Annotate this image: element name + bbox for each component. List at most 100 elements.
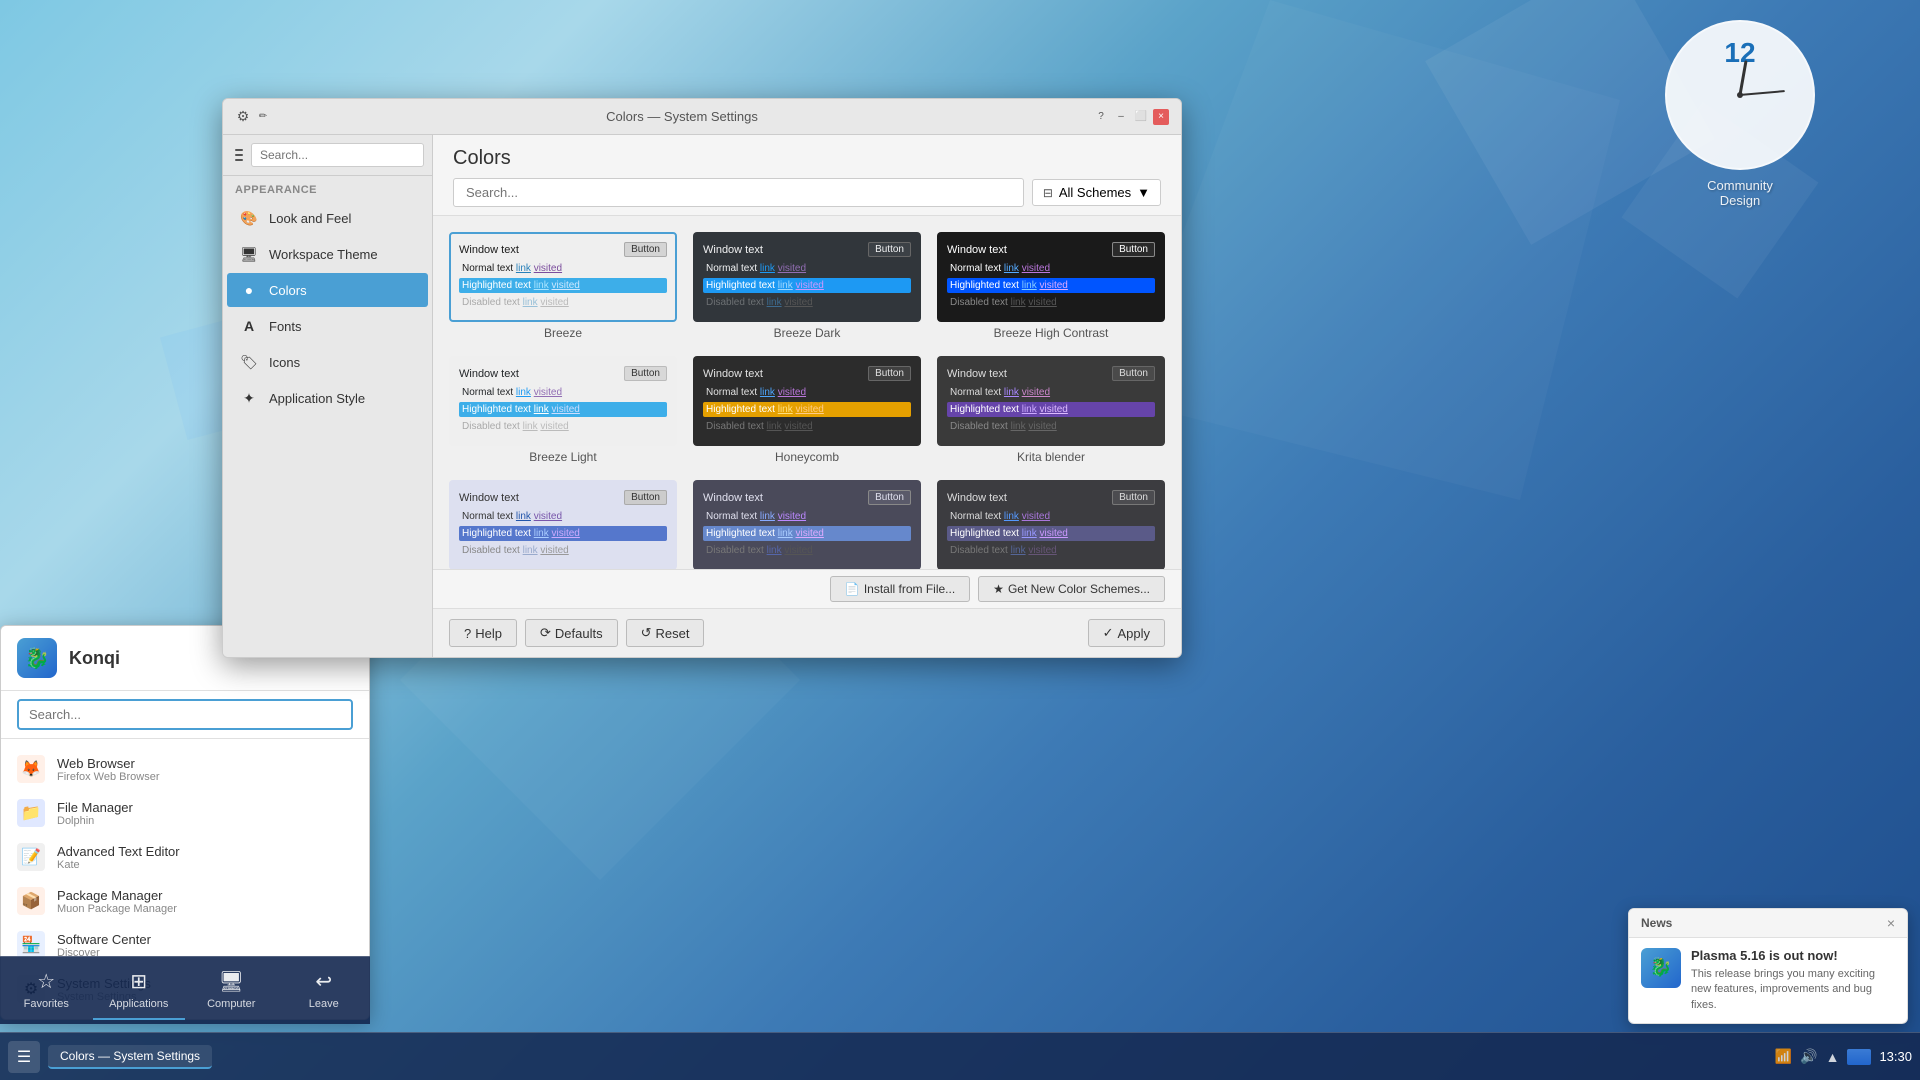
colors-label: Colors [269, 283, 307, 298]
launcher-computer[interactable]: 🖥 Computer [185, 961, 278, 1020]
reset-button[interactable]: ↺ Reset [626, 619, 705, 647]
help-button[interactable]: ? [1093, 109, 1109, 125]
breeze-button: Button [624, 242, 667, 257]
texteditor-name: Advanced Text Editor [57, 844, 180, 859]
sidebar-item-look-and-feel[interactable]: 🎨 Look and Feel [227, 201, 428, 235]
launcher-applications[interactable]: ⊞ Applications [93, 961, 186, 1020]
notification-close-button[interactable]: × [1887, 915, 1895, 931]
bottom-left-actions: ? Help ⟳ Defaults ↺ Reset [449, 619, 704, 647]
texteditor-icon: 📝 [17, 843, 45, 871]
reset-icon: ↺ [641, 625, 652, 641]
application-style-label: Application Style [269, 391, 365, 406]
konqi-logo: 🐉 [17, 638, 57, 678]
close-button[interactable]: × [1153, 109, 1169, 125]
notification-popup: News × 🐉 Plasma 5.16 is out now! This re… [1628, 908, 1908, 1024]
sidebar-section-appearance: Appearance [223, 176, 432, 200]
filemanager-name: File Manager [57, 800, 133, 815]
notification-body: 🐉 Plasma 5.16 is out now! This release b… [1629, 938, 1907, 1023]
notification-text: This release brings you many exciting ne… [1691, 967, 1895, 1013]
workspace-theme-icon: 🖥 [239, 244, 259, 264]
honeycomb-label: Honeycomb [775, 450, 839, 464]
app-item-browser[interactable]: 🦊 Web Browser Firefox Web Browser [1, 747, 369, 791]
window-controls: ? – ⬜ × [1093, 109, 1169, 125]
sidebar-item-workspace-theme[interactable]: 🖥 Workspace Theme [227, 237, 428, 271]
install-bar: 📄 Install from File... ★ Get New Color S… [433, 569, 1181, 608]
app-item-packages[interactable]: 📦 Package Manager Muon Package Manager [1, 879, 369, 923]
apply-button[interactable]: ✓ Apply [1088, 619, 1165, 647]
breeze-dark-button: Button [868, 242, 911, 257]
breeze-preview: Window text Button Normal text link visi… [449, 232, 677, 322]
sidebar-item-fonts[interactable]: A Fonts [227, 309, 428, 343]
breeze-light-label: Breeze Light [529, 450, 596, 464]
settings-main: Colors ⊟ All Schemes ▼ Window text [433, 135, 1181, 657]
app-item-texteditor[interactable]: 📝 Advanced Text Editor Kate [1, 835, 369, 879]
taskbar-clock: 13:30 [1879, 1049, 1912, 1064]
sidebar-search-input[interactable] [251, 143, 424, 167]
filter-label: All Schemes [1059, 185, 1131, 200]
clock-label: CommunityDesign [1707, 178, 1773, 208]
breeze-hc-label: Breeze High Contrast [994, 326, 1109, 340]
get-new-label: Get New Color Schemes... [1008, 582, 1150, 596]
network-icon: 📶 [1775, 1048, 1792, 1065]
colors-search-input[interactable] [453, 178, 1024, 207]
taskbar: ☰ Colors — System Settings 📶 🔊 ▲ 13:30 [0, 1032, 1920, 1080]
browser-name: Web Browser [57, 756, 160, 771]
launcher-leave[interactable]: ↩ Leave [278, 961, 371, 1020]
system-tray: 📶 🔊 ▲ 13:30 [1775, 1048, 1912, 1065]
r3a-preview: Window text Button Normal text link visi… [449, 480, 677, 569]
page-title: Colors [453, 147, 1161, 170]
install-from-file-button[interactable]: 📄 Install from File... [830, 576, 970, 602]
konqi-search-input[interactable] [17, 699, 353, 730]
application-style-icon: ✦ [239, 388, 259, 408]
sidebar-item-application-style[interactable]: ✦ Application Style [227, 381, 428, 415]
favorites-label: Favorites [24, 998, 69, 1010]
filemanager-icon: 📁 [17, 799, 45, 827]
maximize-button[interactable]: ⬜ [1133, 109, 1149, 125]
notification-title: News [1641, 916, 1672, 930]
breeze-window-text: Window text [459, 244, 519, 256]
kb-button: Button [1112, 366, 1155, 381]
sidebar-toolbar [223, 135, 432, 176]
notification-headline: Plasma 5.16 is out now! [1691, 948, 1895, 963]
packages-name: Package Manager [57, 888, 177, 903]
sidebar-menu-button[interactable] [231, 143, 247, 167]
colors-icon: ● [239, 280, 259, 300]
scheme-r3c[interactable]: Window text Button Normal text link visi… [937, 480, 1165, 569]
install-label: Install from File... [864, 582, 955, 596]
defaults-label: Defaults [555, 626, 603, 641]
sidebar-item-colors[interactable]: ● Colors [227, 273, 428, 307]
schemes-grid: Window text Button Normal text link visi… [433, 216, 1181, 569]
breeze-dark-preview: Window text Button Normal text link visi… [693, 232, 921, 322]
scheme-breeze-light[interactable]: Window text Button Normal text link visi… [449, 356, 677, 464]
breeze-normal-row: Normal text link visited [459, 261, 667, 276]
titlebar-edit-btn[interactable]: ✏ [255, 109, 271, 125]
scheme-krita[interactable]: Window text Button Normal text link visi… [937, 356, 1165, 464]
scheme-breeze[interactable]: Window text Button Normal text link visi… [449, 232, 677, 340]
filter-dropdown[interactable]: ⊟ All Schemes ▼ [1032, 179, 1161, 206]
scheme-r3b[interactable]: Window text Button Normal text link visi… [693, 480, 921, 569]
app-item-filemanager[interactable]: 📁 File Manager Dolphin [1, 791, 369, 835]
scheme-r3a[interactable]: Window text Button Normal text link visi… [449, 480, 677, 569]
help-button[interactable]: ? Help [449, 619, 517, 647]
chevron-down-icon: ▼ [1137, 185, 1150, 200]
sidebar-item-icons[interactable]: 🏷 Icons [227, 345, 428, 379]
launcher-favorites[interactable]: ☆ Favorites [0, 961, 93, 1020]
get-new-schemes-button[interactable]: ★ Get New Color Schemes... [978, 576, 1165, 602]
minimize-button[interactable]: – [1113, 109, 1129, 125]
window-title: Colors — System Settings [271, 109, 1093, 124]
clock-hand-minute [1740, 90, 1785, 96]
settings-window: ⚙ ✏ Colors — System Settings ? – ⬜ × App… [222, 98, 1182, 658]
clock-face: 12 [1665, 20, 1815, 170]
defaults-button[interactable]: ⟳ Defaults [525, 619, 618, 647]
scheme-breeze-dark[interactable]: Window text Button Normal text link visi… [693, 232, 921, 340]
applications-label: Applications [109, 998, 168, 1010]
install-icon: 📄 [845, 582, 860, 596]
look-and-feel-icon: 🎨 [239, 208, 259, 228]
krita-preview: Window text Button Normal text link visi… [937, 356, 1165, 446]
expand-systray-icon[interactable]: ▲ [1826, 1049, 1840, 1065]
konqi-title: Konqi [69, 648, 120, 669]
scheme-breeze-hc[interactable]: Window text Button Normal text link visi… [937, 232, 1165, 340]
scheme-honeycomb[interactable]: Window text Button Normal text link visi… [693, 356, 921, 464]
taskbar-app-settings[interactable]: Colors — System Settings [48, 1045, 212, 1069]
taskbar-launcher-button[interactable]: ☰ [8, 1041, 40, 1073]
